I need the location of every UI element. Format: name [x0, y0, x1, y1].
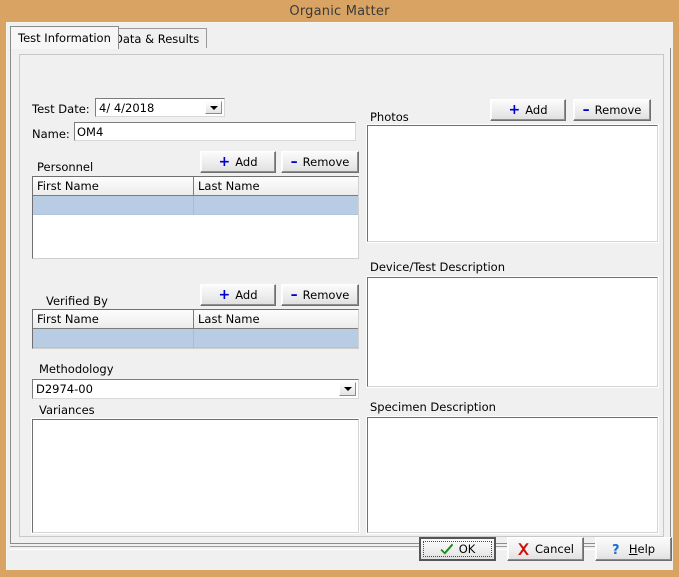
verified-by-add-button[interactable]: + Add: [200, 284, 276, 306]
methodology-value: D2974-00: [33, 382, 339, 396]
help-accel-letter: H: [629, 542, 638, 556]
help-label-rest: elp: [638, 542, 656, 556]
device-test-description-label: Device/Test Description: [370, 260, 505, 274]
window-title: Organic Matter: [289, 4, 389, 19]
name-value: OM4: [77, 125, 103, 139]
plus-icon: +: [509, 105, 521, 115]
photos-add-label: Add: [525, 103, 547, 117]
help-button[interactable]: ? Help: [595, 537, 672, 561]
tab-page-test-information: Test Date: 4/ 4/2018 Name: OM4 Personnel…: [10, 48, 671, 544]
tab-test-information-label: Test Information: [18, 31, 111, 45]
photos-list[interactable]: [367, 125, 658, 242]
question-mark-icon: ?: [612, 542, 624, 556]
test-date-label: Test Date:: [32, 102, 90, 116]
ok-button[interactable]: OK: [419, 537, 496, 561]
variances-label: Variances: [39, 403, 95, 417]
device-test-description-value: [368, 278, 657, 282]
table-row[interactable]: [33, 196, 358, 215]
personnel-cell-last-name: [194, 196, 358, 215]
help-label: Help: [629, 542, 655, 556]
cancel-button[interactable]: Cancel: [507, 537, 584, 561]
plus-icon: +: [219, 290, 231, 300]
variances-textarea[interactable]: [32, 419, 359, 533]
photos-label: Photos: [370, 110, 409, 124]
verified-by-add-label: Add: [235, 288, 257, 302]
personnel-label: Personnel: [37, 160, 93, 174]
form-panel: Test Date: 4/ 4/2018 Name: OM4 Personnel…: [19, 54, 664, 537]
personnel-add-button[interactable]: + Add: [200, 151, 276, 173]
specimen-description-label: Specimen Description: [370, 400, 496, 414]
verified-by-cell-last-name: [194, 329, 358, 348]
verified-by-grid-header: First Name Last Name: [33, 310, 358, 329]
tab-data-results[interactable]: Data & Results: [106, 28, 207, 48]
tab-strip: Test Information Data & Results: [7, 27, 674, 49]
test-date-value: 4/ 4/2018: [96, 101, 205, 115]
verified-by-remove-button[interactable]: – Remove: [281, 284, 359, 306]
personnel-grid[interactable]: First Name Last Name: [32, 176, 359, 259]
methodology-combo[interactable]: D2974-00: [32, 379, 359, 399]
client-area: Test Information Data & Results Test Dat…: [6, 22, 673, 570]
minus-icon: –: [583, 105, 590, 115]
svg-text:?: ?: [612, 543, 620, 556]
personnel-add-label: Add: [235, 155, 257, 169]
specimen-description-value: [368, 418, 657, 422]
test-date-combo[interactable]: 4/ 4/2018: [95, 98, 225, 117]
chevron-down-icon[interactable]: [205, 101, 222, 114]
cancel-label: Cancel: [535, 542, 574, 556]
personnel-grid-header: First Name Last Name: [33, 177, 358, 196]
variances-value: [33, 420, 358, 424]
table-row[interactable]: [33, 329, 358, 348]
minus-icon: –: [291, 157, 298, 167]
personnel-col-first-name: First Name: [33, 177, 194, 195]
photos-add-button[interactable]: + Add: [490, 99, 566, 121]
verified-by-cell-first-name: [33, 329, 194, 348]
name-label: Name:: [32, 127, 70, 141]
personnel-remove-button[interactable]: – Remove: [281, 151, 359, 173]
personnel-cell-first-name: [33, 196, 194, 215]
verified-by-remove-label: Remove: [303, 288, 350, 302]
tab-data-results-label: Data & Results: [114, 32, 199, 46]
personnel-col-last-name: Last Name: [194, 177, 358, 195]
name-input[interactable]: OM4: [74, 122, 356, 141]
focus-ring: [423, 541, 492, 557]
chevron-down-icon[interactable]: [339, 382, 356, 396]
ok-label: OK: [459, 542, 476, 556]
personnel-remove-label: Remove: [303, 155, 350, 169]
tab-test-information[interactable]: Test Information: [10, 26, 119, 49]
photos-remove-label: Remove: [595, 103, 642, 117]
device-test-description-textarea[interactable]: [367, 277, 658, 387]
verified-by-label: Verified By: [46, 294, 108, 308]
dialog-window: Organic Matter Test Information Data & R…: [0, 0, 679, 577]
plus-icon: +: [219, 157, 231, 167]
title-bar: Organic Matter: [0, 0, 679, 22]
check-icon: [440, 543, 454, 555]
methodology-label: Methodology: [39, 362, 114, 376]
verified-by-col-first-name: First Name: [33, 310, 194, 328]
minus-icon: –: [291, 290, 298, 300]
specimen-description-textarea[interactable]: [367, 417, 658, 533]
verified-by-grid[interactable]: First Name Last Name: [32, 309, 359, 349]
photos-remove-button[interactable]: – Remove: [573, 99, 651, 121]
verified-by-col-last-name: Last Name: [194, 310, 358, 328]
close-icon: [517, 543, 530, 556]
